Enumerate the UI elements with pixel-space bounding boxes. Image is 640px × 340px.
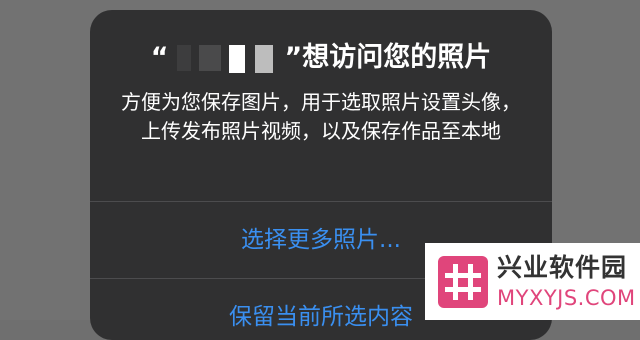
watermark-site-name: 兴业软件园 <box>497 253 628 282</box>
redacted-app-name <box>171 41 283 77</box>
alert-message: 方便为您保存图片，用于选取照片设置头像，上传发布照片视频，以及保存作品至本地 <box>121 90 521 143</box>
hash-logo-icon <box>438 256 488 308</box>
site-watermark: 兴业软件园 MYXYJS.COM <box>425 243 640 320</box>
alert-title: “ ”想访问您的照片 <box>90 40 552 77</box>
title-open-quote: “ <box>150 42 169 73</box>
watermark-domain: MYXYJS.COM <box>497 286 636 310</box>
title-text: ”想访问您的照片 <box>284 42 492 73</box>
